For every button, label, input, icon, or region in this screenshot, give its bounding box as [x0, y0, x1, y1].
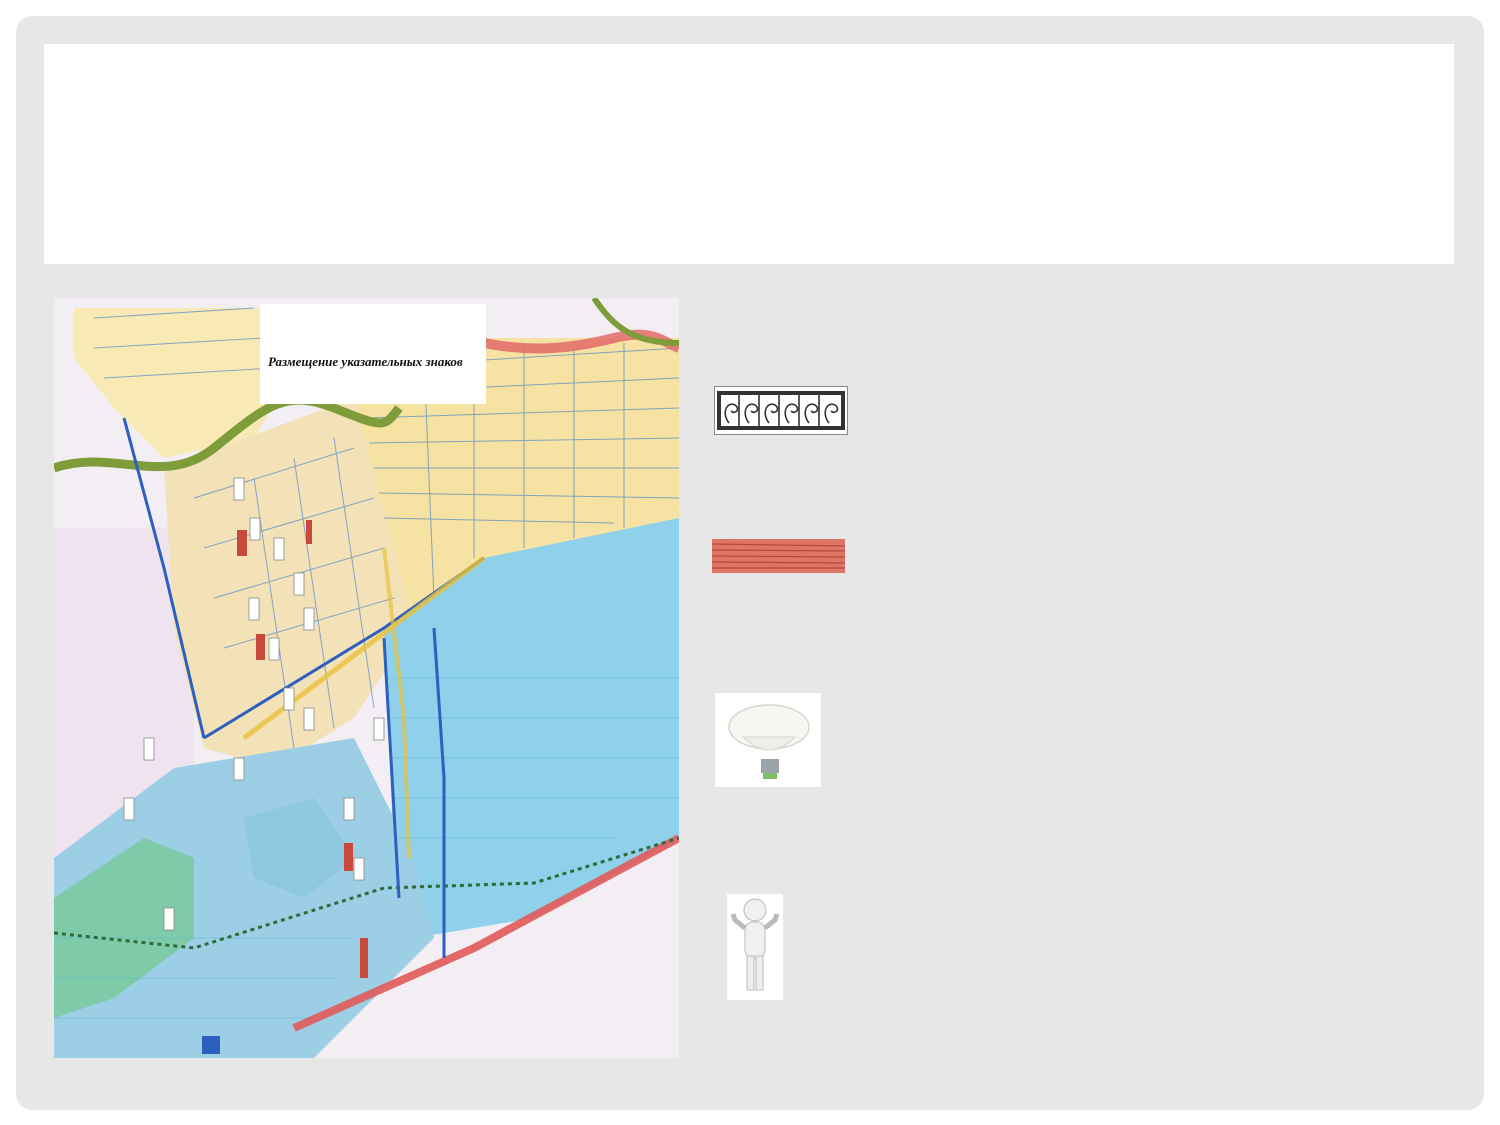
- person-icon: [727, 894, 783, 1000]
- blue-square-icon: [202, 1036, 220, 1054]
- map-caption: Размещение указательных знаков: [268, 354, 463, 369]
- fence-icon: [714, 386, 848, 435]
- title-placeholder: [44, 44, 1454, 264]
- map-drawing: [54, 298, 679, 1058]
- city-map: Размещение указательных знаков: [54, 298, 679, 1058]
- red-band-icon: [711, 539, 846, 573]
- lamp-icon: [715, 693, 821, 787]
- map-caption-box: Размещение указательных знаков: [260, 304, 486, 404]
